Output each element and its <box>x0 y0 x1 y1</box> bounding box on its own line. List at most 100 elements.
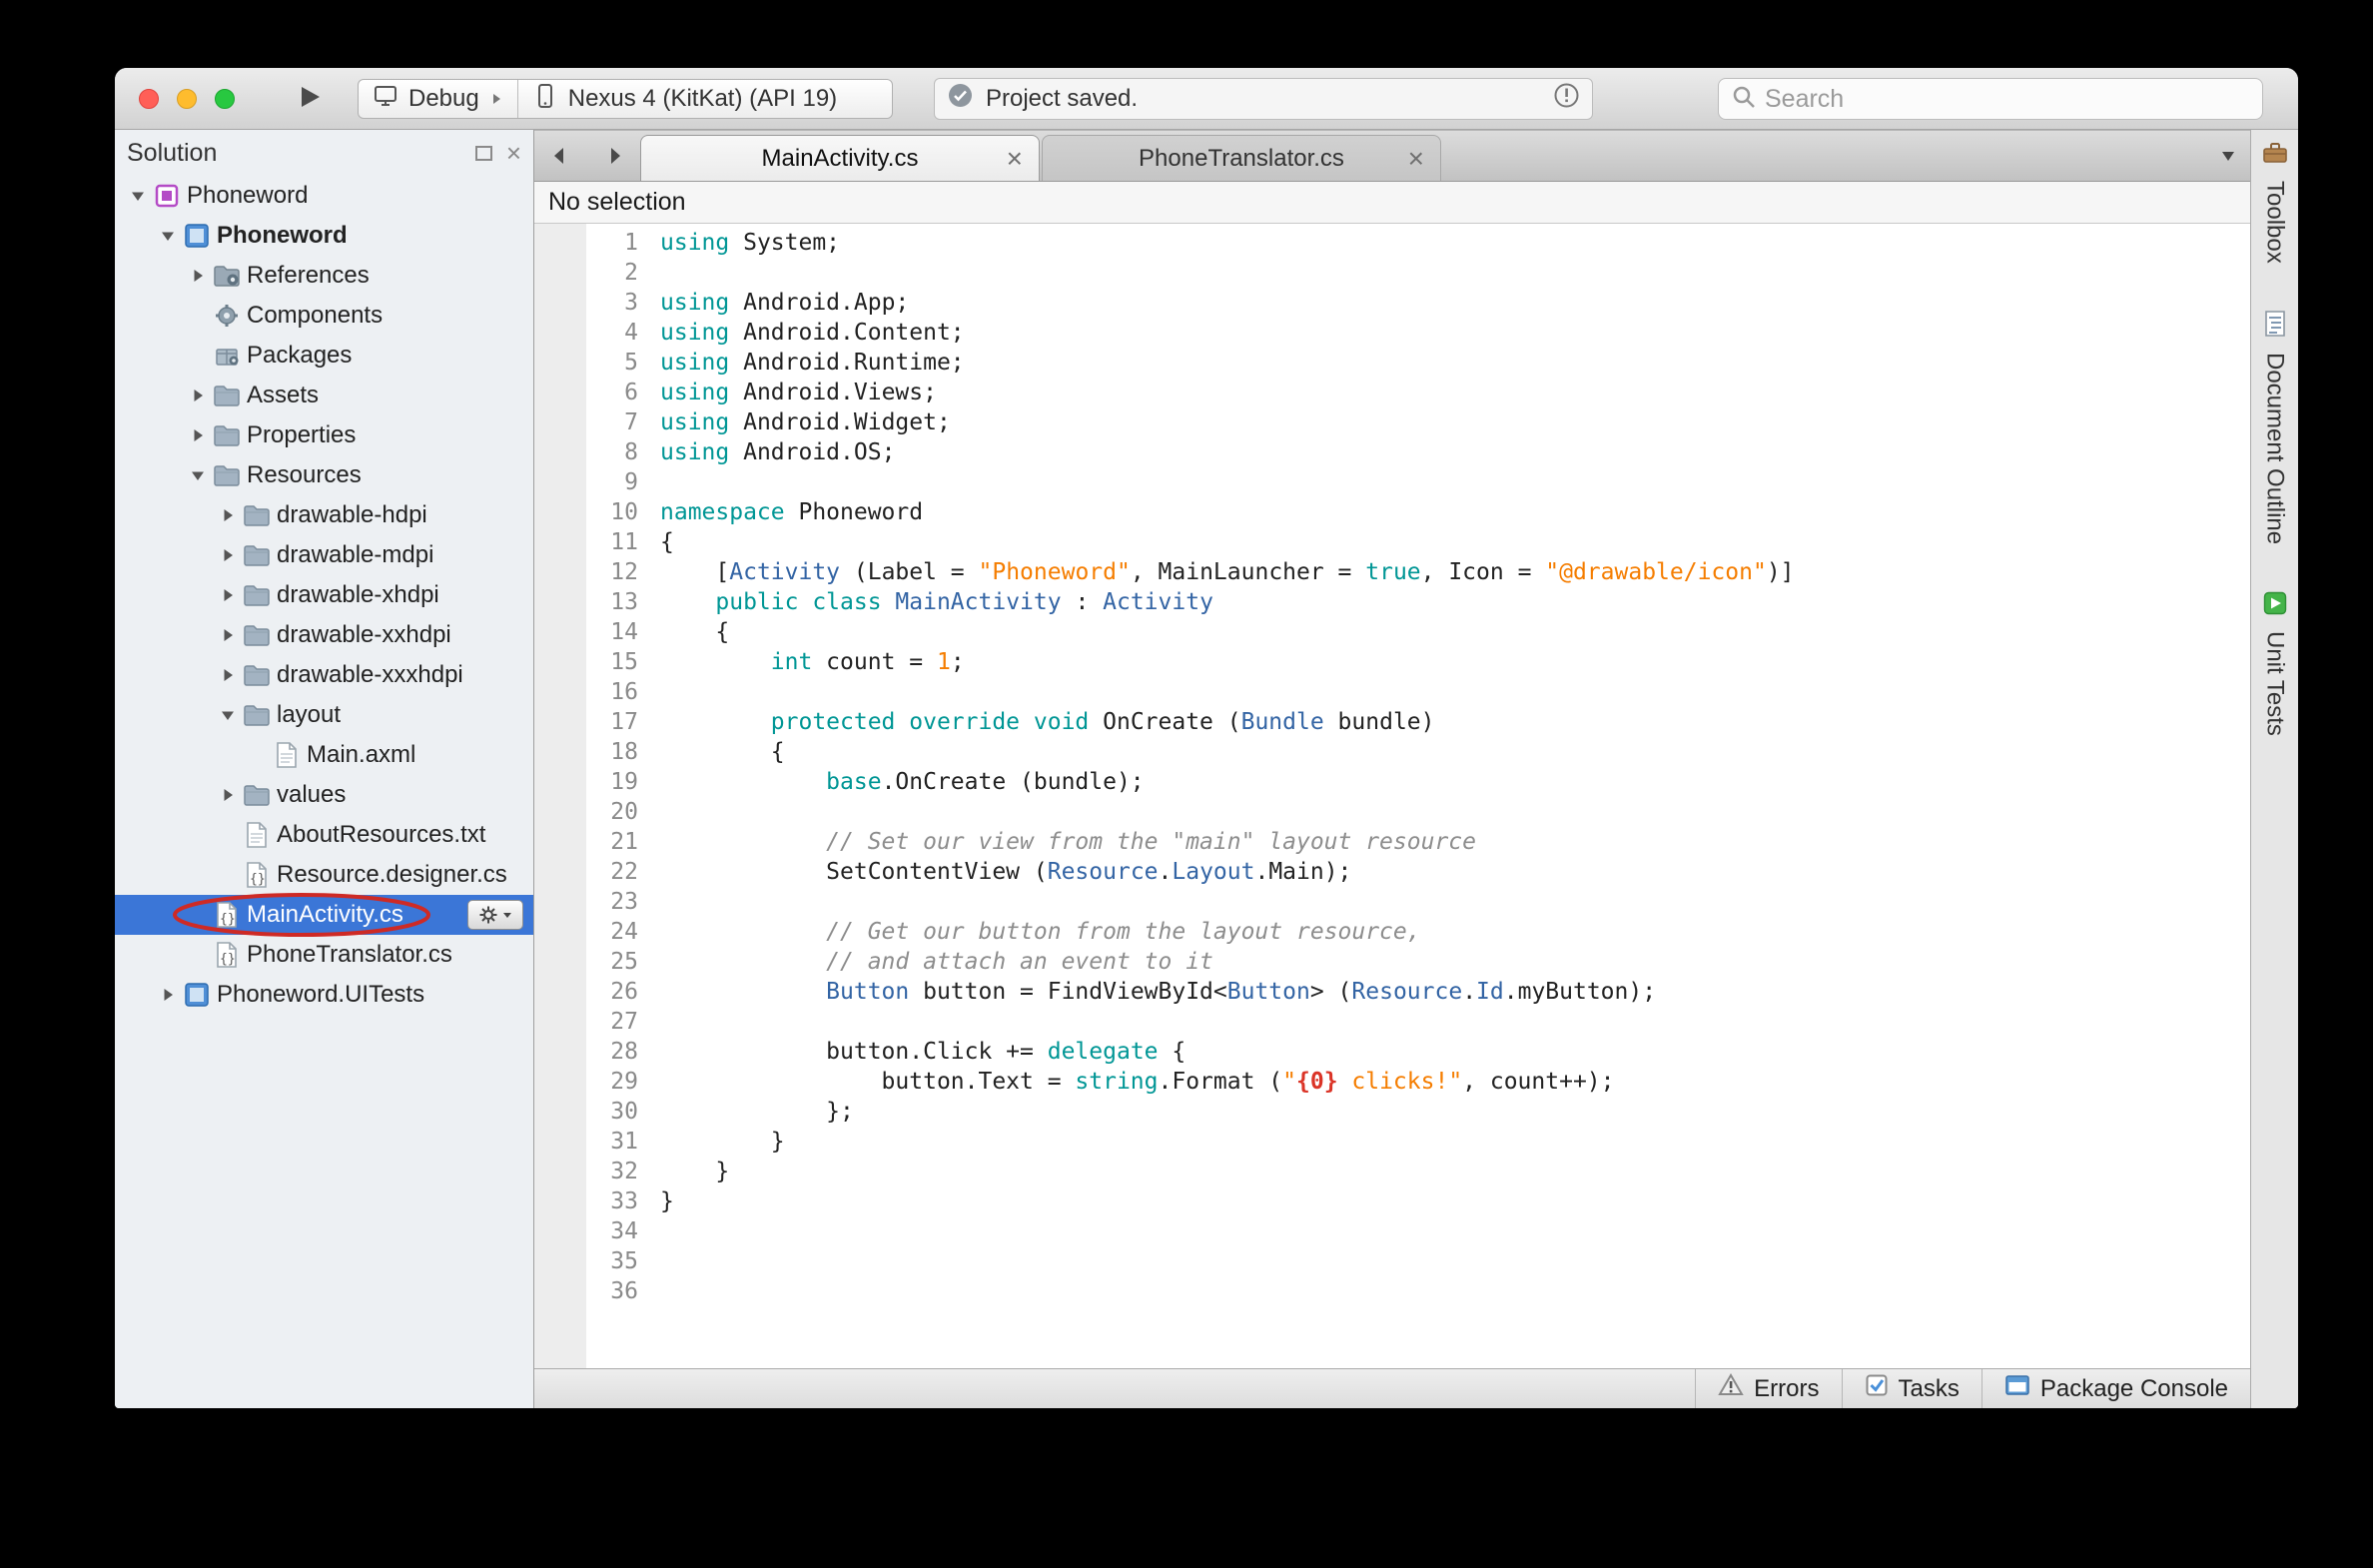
expander-open-icon[interactable] <box>125 187 151 205</box>
line-number: 8 <box>586 437 638 467</box>
code-line: Button button = FindViewById<Button> (Re… <box>660 977 2250 1007</box>
line-number: 18 <box>586 737 638 767</box>
build-target-icon <box>373 83 398 116</box>
expander-open-icon[interactable] <box>185 466 211 484</box>
line-number: 22 <box>586 857 638 887</box>
code-line <box>660 1246 2250 1276</box>
line-number: 6 <box>586 378 638 407</box>
code-line <box>660 1007 2250 1037</box>
tree-item-layout[interactable]: layout <box>115 695 533 735</box>
tree-item-drawable-hdpi[interactable]: drawable-hdpi <box>115 495 533 535</box>
editor-tab-phonetranslator-cs[interactable]: PhoneTranslator.cs× <box>1042 135 1441 181</box>
tree-item-main-axml[interactable]: Main.axml <box>115 735 533 775</box>
tree-item-label: layout <box>277 701 341 729</box>
line-number: 28 <box>586 1037 638 1067</box>
pad-close-icon[interactable]: × <box>506 140 521 166</box>
tree-item-values[interactable]: values <box>115 775 533 815</box>
references-icon <box>211 264 243 288</box>
tab-overflow-button[interactable] <box>2206 131 2250 181</box>
folder-icon <box>241 583 273 607</box>
tree-item-assets[interactable]: Assets <box>115 376 533 415</box>
tree-item-phoneword[interactable]: Phoneword <box>115 176 533 216</box>
tree-item-packages[interactable]: Packages <box>115 336 533 376</box>
pad-dock-icon[interactable] <box>475 146 492 161</box>
cs-file-icon: {} <box>211 901 243 929</box>
window-minimize-button[interactable] <box>177 89 197 109</box>
file-icon <box>241 821 273 849</box>
tree-item-properties[interactable]: Properties <box>115 415 533 455</box>
toolbox-icon <box>2261 140 2289 171</box>
tab-close-icon[interactable]: × <box>1408 145 1424 173</box>
line-number: 31 <box>586 1127 638 1157</box>
code-line <box>660 1216 2250 1246</box>
expander-closed-icon[interactable] <box>155 986 181 1004</box>
statusbar-package-console-button[interactable]: Package Console <box>1981 1369 2250 1408</box>
code-editor[interactable]: 1234567891011121314151617181920212223242… <box>534 224 2250 1368</box>
main-area: Solution × PhonewordPhonewordReferencesC… <box>115 130 2298 1408</box>
configuration-device-selector: Debug Nexus 4 (KitKat) (API 19) <box>358 79 893 119</box>
code-line: } <box>660 1127 2250 1157</box>
expander-open-icon[interactable] <box>155 227 181 245</box>
expander-closed-icon[interactable] <box>215 626 241 644</box>
app-window: Debug Nexus 4 (KitKat) (API 19) Project … <box>115 68 2298 1408</box>
info-circle-icon[interactable] <box>1553 82 1580 116</box>
tree-item-drawable-xxhdpi[interactable]: drawable-xxhdpi <box>115 615 533 655</box>
tab-label: MainActivity.cs <box>762 145 919 173</box>
navigate-forward-button[interactable] <box>600 141 630 171</box>
code-line <box>660 887 2250 917</box>
dock-tab-document-outline[interactable]: Document Outline <box>2261 310 2289 544</box>
editor-tab-mainactivity-cs[interactable]: MainActivity.cs × <box>640 135 1040 181</box>
expander-closed-icon[interactable] <box>215 786 241 804</box>
tree-item-aboutresources-txt[interactable]: AboutResources.txt <box>115 815 533 855</box>
item-options-gear-button[interactable] <box>467 900 523 930</box>
tab-close-icon[interactable]: × <box>1007 145 1023 173</box>
search-input[interactable]: Search <box>1718 78 2263 120</box>
expander-closed-icon[interactable] <box>215 586 241 604</box>
tree-item-drawable-xhdpi[interactable]: drawable-xhdpi <box>115 575 533 615</box>
right-dock-bar: Toolbox Document Outline Unit Tests <box>2250 130 2298 1408</box>
code-line: using System; <box>660 228 2250 258</box>
tree-item-phonetranslator-cs[interactable]: {}PhoneTranslator.cs <box>115 935 533 975</box>
tree-item-resources[interactable]: Resources <box>115 455 533 495</box>
tree-item-label: drawable-xxhdpi <box>277 621 451 649</box>
tree-item-mainactivity-cs[interactable]: {}MainActivity.cs <box>115 895 533 935</box>
tree-item-label: MainActivity.cs <box>247 901 403 929</box>
expander-closed-icon[interactable] <box>215 546 241 564</box>
line-number: 15 <box>586 647 638 677</box>
tree-item-phoneword[interactable]: Phoneword <box>115 216 533 256</box>
device-dropdown[interactable]: Nexus 4 (KitKat) (API 19) <box>518 80 851 118</box>
window-close-button[interactable] <box>139 89 159 109</box>
line-number: 30 <box>586 1097 638 1127</box>
statusbar-tasks-button[interactable]: Tasks <box>1842 1369 1981 1408</box>
window-zoom-button[interactable] <box>215 89 235 109</box>
expander-open-icon[interactable] <box>215 706 241 724</box>
tree-item-label: drawable-xhdpi <box>277 581 439 609</box>
code-line: using Android.Content; <box>660 318 2250 348</box>
tree-item-resource-designer-cs[interactable]: {}Resource.designer.cs <box>115 855 533 895</box>
expander-closed-icon[interactable] <box>215 506 241 524</box>
tree-item-drawable-xxxhdpi[interactable]: drawable-xxxhdpi <box>115 655 533 695</box>
line-number: 16 <box>586 677 638 707</box>
code-lines: using System; using Android.App;using An… <box>646 224 2250 1368</box>
expander-closed-icon[interactable] <box>185 387 211 404</box>
navigate-back-button[interactable] <box>544 141 574 171</box>
dock-tab-unit-tests[interactable]: Unit Tests <box>2261 590 2289 736</box>
expander-closed-icon[interactable] <box>185 426 211 444</box>
statusbar-errors-button[interactable]: Errors <box>1695 1369 1841 1408</box>
dock-tab-toolbox[interactable]: Toolbox <box>2261 140 2289 264</box>
tree-item-references[interactable]: References <box>115 256 533 296</box>
expander-closed-icon[interactable] <box>215 666 241 684</box>
expander-closed-icon[interactable] <box>185 267 211 285</box>
configuration-dropdown[interactable]: Debug <box>359 80 517 118</box>
run-button[interactable] <box>287 82 331 116</box>
tree-item-phoneword-uitests[interactable]: Phoneword.UITests <box>115 975 533 1015</box>
tree-item-label: values <box>277 781 346 809</box>
tree-item-drawable-mdpi[interactable]: drawable-mdpi <box>115 535 533 575</box>
code-line <box>660 258 2250 288</box>
status-text: Project saved. <box>986 85 1138 113</box>
code-line: protected override void OnCreate (Bundle… <box>660 707 2250 737</box>
tree-item-components[interactable]: Components <box>115 296 533 336</box>
errors-icon <box>1718 1373 1744 1404</box>
tree-item-label: Components <box>247 302 383 330</box>
cs-file-icon: {} <box>211 941 243 969</box>
